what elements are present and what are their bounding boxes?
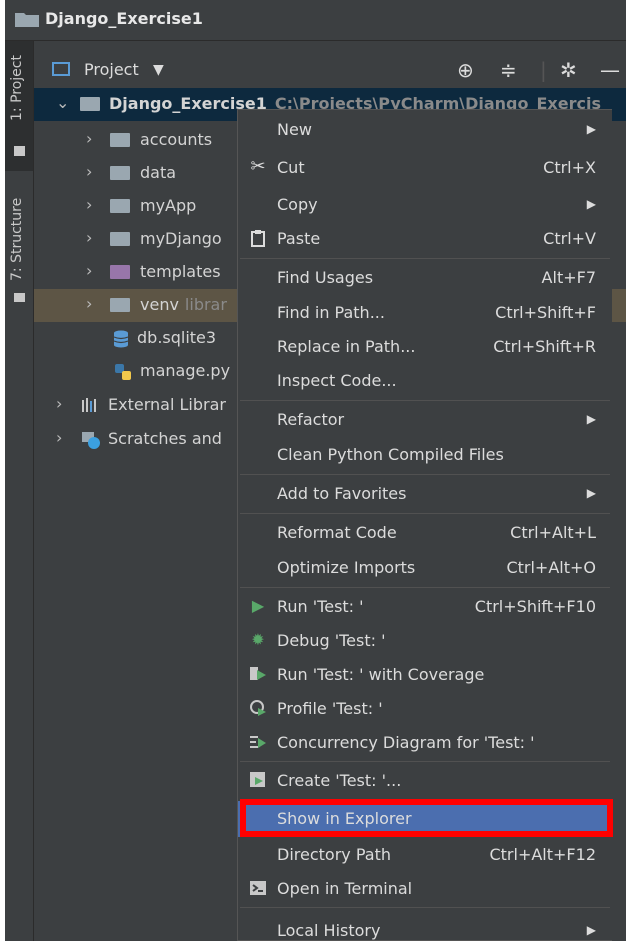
menu-separator xyxy=(240,513,610,514)
project-view-selector[interactable]: Project xyxy=(84,60,139,79)
locate-icon[interactable]: ⊕ xyxy=(457,58,474,82)
menu-item-local-history[interactable]: Local History ▶ xyxy=(238,913,612,949)
project-panel-header: Project ▼ ⊕ ≑ | ✲ — xyxy=(34,52,626,88)
chevron-right-icon[interactable]: › xyxy=(56,428,62,447)
library-icon xyxy=(82,398,96,412)
submenu-arrow-icon: ▶ xyxy=(586,923,596,937)
menu-separator xyxy=(240,761,610,762)
tab-structure-label: 7: Structure xyxy=(9,197,25,281)
submenu-arrow-icon: ▶ xyxy=(586,197,596,211)
menu-separator xyxy=(240,474,610,475)
menu-item-create-config[interactable]: Create 'Test: '... xyxy=(238,763,612,799)
chevron-right-icon[interactable]: › xyxy=(56,394,62,413)
submenu-arrow-icon: ▶ xyxy=(586,122,596,136)
concurrency-icon xyxy=(250,736,266,748)
folder-icon xyxy=(110,166,130,180)
package-folder-icon xyxy=(110,232,130,246)
create-config-icon xyxy=(250,772,265,787)
python-file-icon xyxy=(115,364,131,380)
menu-item-cut[interactable]: ✂ Cut Ctrl+X xyxy=(238,150,612,186)
menu-item-reformat-code[interactable]: Reformat Code Ctrl+Alt+L xyxy=(238,515,612,551)
project-view-icon xyxy=(52,62,70,76)
debug-icon: ✹ xyxy=(251,630,265,649)
tree-label: templates xyxy=(140,262,221,281)
toolbar-divider: | xyxy=(540,58,547,82)
terminal-icon xyxy=(250,881,266,895)
menu-item-find-usages[interactable]: Find Usages Alt+F7 xyxy=(238,260,612,296)
package-folder-icon xyxy=(110,199,130,213)
menu-item-open-in-terminal[interactable]: Open in Terminal xyxy=(238,871,612,907)
chevron-right-icon[interactable]: › xyxy=(86,228,92,247)
chevron-down-icon[interactable]: ▼ xyxy=(153,62,164,78)
submenu-arrow-icon: ▶ xyxy=(586,486,596,500)
tab-project[interactable]: 1: Project xyxy=(5,41,33,171)
tree-label: External Librar xyxy=(108,395,226,414)
folder-icon xyxy=(110,298,130,312)
tab-project-label: 1: Project xyxy=(9,55,25,121)
menu-item-paste[interactable]: Paste Ctrl+V xyxy=(238,221,612,257)
chevron-right-icon[interactable]: › xyxy=(86,195,92,214)
menu-item-directory-path[interactable]: Directory Path Ctrl+Alt+F12 xyxy=(238,837,612,873)
tree-label: myApp xyxy=(140,196,197,215)
templates-folder-icon xyxy=(110,265,130,279)
menu-separator xyxy=(240,258,610,259)
menu-item-debug[interactable]: ✹ Debug 'Test: ' xyxy=(238,623,612,659)
tree-label: accounts xyxy=(140,130,213,149)
structure-icon xyxy=(14,293,25,302)
tree-label: Scratches and xyxy=(108,429,222,448)
menu-item-profile[interactable]: Profile 'Test: ' xyxy=(238,691,612,727)
tree-path: librar xyxy=(184,295,227,314)
gear-icon[interactable]: ✲ xyxy=(560,58,577,82)
menu-item-inspect-code[interactable]: Inspect Code... xyxy=(238,363,612,399)
chevron-right-icon[interactable]: › xyxy=(86,162,92,181)
menu-item-replace-in-path[interactable]: Replace in Path... Ctrl+Shift+R xyxy=(238,329,612,365)
menu-separator xyxy=(240,587,610,588)
tree-label: db.sqlite3 xyxy=(137,328,217,347)
menu-item-concurrency[interactable]: Concurrency Diagram for 'Test: ' xyxy=(238,725,612,761)
submenu-arrow-icon: ▶ xyxy=(586,412,596,426)
menu-item-find-in-path[interactable]: Find in Path... Ctrl+Shift+F xyxy=(238,295,612,331)
menu-item-run-coverage[interactable]: Run 'Test: ' with Coverage xyxy=(238,657,612,693)
collapse-all-icon[interactable]: ≑ xyxy=(500,58,517,82)
folder-icon xyxy=(80,97,100,111)
tree-label: myDjango xyxy=(140,229,222,248)
menu-separator xyxy=(240,907,610,908)
tree-label: manage.py xyxy=(140,361,231,380)
menu-item-add-to-favorites[interactable]: Add to Favorites ▶ xyxy=(238,476,612,512)
scratch-icon xyxy=(82,432,100,449)
menu-item-run[interactable]: ▶ Run 'Test: ' Ctrl+Shift+F10 xyxy=(238,589,612,625)
tree-label: data xyxy=(140,163,177,182)
chevron-right-icon[interactable]: › xyxy=(86,294,92,313)
menu-item-new[interactable]: New ▶ xyxy=(238,112,612,148)
package-folder-icon xyxy=(110,133,130,147)
highlight-annotation-box xyxy=(240,799,613,837)
menu-item-clean-python[interactable]: Clean Python Compiled Files xyxy=(238,437,612,473)
menu-item-refactor[interactable]: Refactor ▶ xyxy=(238,402,612,438)
folder-icon xyxy=(15,13,39,27)
profile-icon xyxy=(250,700,266,716)
menu-item-optimize-imports[interactable]: Optimize Imports Ctrl+Alt+O xyxy=(238,550,612,586)
window-title: Django_Exercise1 xyxy=(45,9,203,28)
clipboard-icon xyxy=(251,230,265,247)
tab-structure[interactable]: 7: Structure xyxy=(5,191,33,311)
run-icon: ▶ xyxy=(251,596,265,615)
coverage-icon xyxy=(250,667,266,680)
scissors-icon: ✂ xyxy=(250,156,266,177)
chevron-right-icon[interactable]: › xyxy=(86,129,92,148)
folder-icon xyxy=(14,146,25,156)
menu-separator xyxy=(240,400,610,401)
menu-item-copy[interactable]: Copy ▶ xyxy=(238,187,612,223)
chevron-down-icon[interactable]: ⌄ xyxy=(56,93,69,112)
database-icon xyxy=(113,330,129,348)
chevron-right-icon[interactable]: › xyxy=(86,261,92,280)
title-bar: Django_Exercise1 xyxy=(5,0,626,41)
hide-icon[interactable]: — xyxy=(600,58,620,82)
tree-label: venv xyxy=(140,295,179,314)
tool-window-strip: 1: Project 7: Structure xyxy=(5,41,34,941)
